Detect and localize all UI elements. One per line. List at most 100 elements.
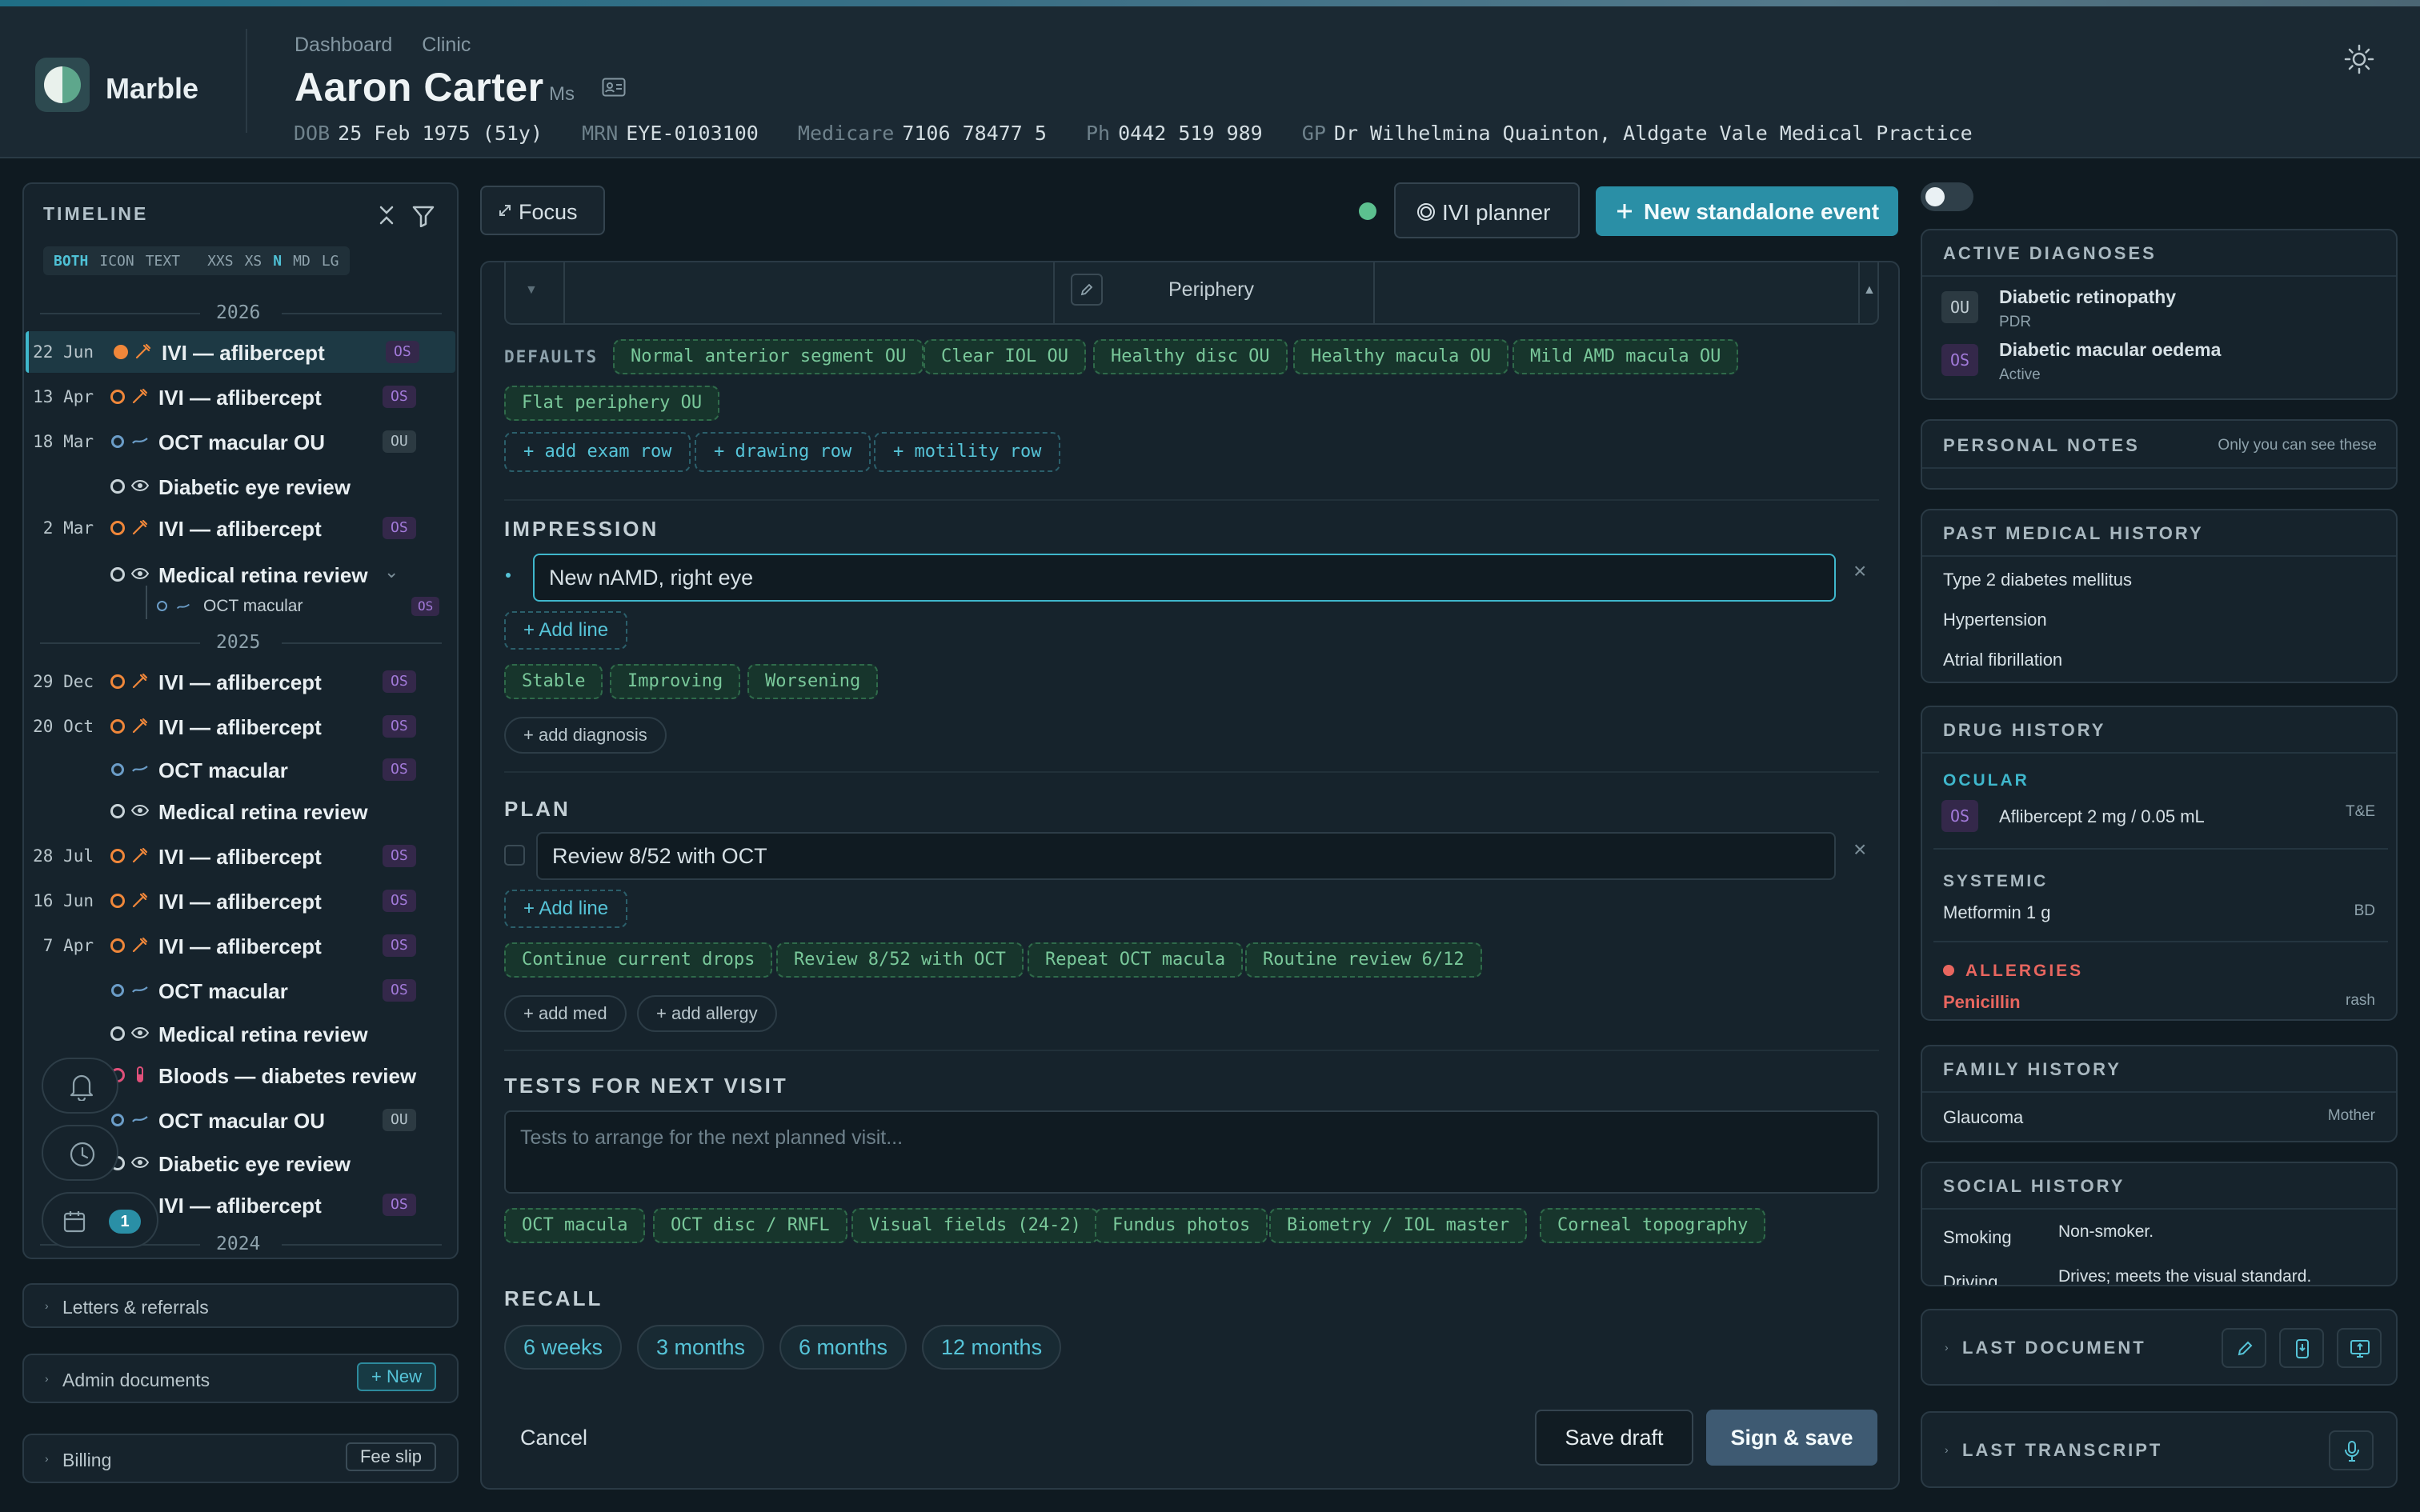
recall-option[interactable]: 12 months	[922, 1325, 1062, 1370]
timeline-event[interactable]: OCT macular OS	[26, 970, 455, 1011]
social-value[interactable]: Drives; meets the visual standard.	[2058, 1267, 2311, 1285]
systemic-drug-name[interactable]: Metformin 1 g	[1943, 902, 2051, 923]
default-chip[interactable]: Clear IOL OU	[924, 339, 1086, 374]
timeline-event[interactable]: 2 Mar IVI — aflibercept OS	[26, 507, 455, 549]
close-icon[interactable]: ×	[1853, 558, 1866, 584]
od-cell[interactable]	[565, 262, 1055, 323]
social-value[interactable]: Non-smoker.	[2058, 1222, 2154, 1242]
breadcrumb-clinic[interactable]: Clinic	[422, 34, 471, 56]
timeline-event[interactable]: 20 Oct IVI — aflibercept OS	[26, 706, 455, 747]
timeline-event[interactable]: 18 Mar OCT macular OU OU	[26, 421, 455, 462]
timeline-event[interactable]: 28 Jul IVI — aflibercept OS	[26, 835, 455, 877]
mobile-document-button[interactable]	[2279, 1328, 2324, 1368]
diagnosis-name[interactable]: Diabetic retinopathy	[1999, 286, 2176, 308]
notifications-button[interactable]	[42, 1058, 118, 1114]
plan-chip[interactable]: Repeat OCT macula	[1028, 942, 1244, 978]
timeline-event[interactable]: Medical retina review	[26, 1013, 455, 1054]
default-chip[interactable]: Healthy disc OU	[1093, 339, 1288, 374]
last-transcript-panel[interactable]: › LAST TRANSCRIPT	[1921, 1411, 2398, 1488]
timeline-event[interactable]: 7 Apr IVI — aflibercept OS	[26, 925, 455, 966]
save-draft-button[interactable]: Save draft	[1535, 1410, 1693, 1466]
billing-section[interactable]: › Billing Fee slip	[22, 1434, 459, 1483]
family-condition[interactable]: Glaucoma	[1943, 1107, 2023, 1128]
record-transcript-button[interactable]	[2329, 1430, 2374, 1470]
plan-chip[interactable]: Review 8/52 with OCT	[776, 942, 1024, 978]
timeline-event[interactable]: 13 Apr IVI — aflibercept OS	[26, 376, 455, 418]
chevron-down-icon[interactable]: ▼	[525, 283, 538, 298]
last-document-panel[interactable]: › LAST DOCUMENT	[1921, 1309, 2398, 1386]
id-card-icon[interactable]	[602, 78, 626, 97]
add-impression-line-button[interactable]: + Add line	[504, 611, 628, 650]
test-chip[interactable]: OCT disc / RNFL	[653, 1208, 847, 1243]
diagnosis-name[interactable]: Diabetic macular oedema	[1999, 339, 2221, 361]
breadcrumb-dashboard[interactable]: Dashboard	[294, 34, 392, 56]
add-motility-row-button[interactable]: + motility row	[874, 432, 1061, 472]
edit-button[interactable]	[1071, 274, 1103, 306]
plan-chip[interactable]: Routine review 6/12	[1245, 942, 1482, 978]
timeline-event[interactable]: 16 Jun IVI — aflibercept OS	[26, 880, 455, 922]
impression-chip[interactable]: Worsening	[747, 664, 879, 699]
allergy-name[interactable]: Penicillin	[1943, 992, 2021, 1013]
test-chip[interactable]: Visual fields (24-2)	[851, 1208, 1099, 1243]
test-chip[interactable]: OCT macula	[504, 1208, 646, 1243]
add-allergy-button[interactable]: + add allergy	[637, 995, 777, 1032]
panel-toggle[interactable]	[1921, 182, 1973, 211]
ivi-planner-button[interactable]: IVI planner	[1394, 182, 1580, 238]
add-exam-row-button[interactable]: + add exam row	[504, 432, 691, 472]
size-lg[interactable]: LG	[316, 250, 345, 273]
size-xxs[interactable]: XXS	[202, 250, 239, 273]
sign-save-button[interactable]: Sign & save	[1706, 1410, 1877, 1466]
new-admin-document-button[interactable]: + New	[357, 1362, 436, 1391]
add-plan-line-button[interactable]: + Add line	[504, 890, 628, 928]
focus-button[interactable]: Focus	[480, 186, 605, 235]
mode-both[interactable]: BOTH	[48, 250, 94, 273]
fee-slip-button[interactable]: Fee slip	[345, 1442, 436, 1471]
add-med-button[interactable]: + add med	[504, 995, 627, 1032]
chevron-down-icon[interactable]: ⌄	[384, 562, 399, 582]
default-chip[interactable]: Flat periphery OU	[504, 386, 720, 421]
calendar-button[interactable]: 1	[42, 1192, 158, 1248]
mode-text[interactable]: TEXT	[140, 250, 186, 273]
tests-textarea[interactable]: Tests to arrange for the next planned vi…	[504, 1110, 1879, 1194]
mode-icon[interactable]: ICON	[94, 250, 139, 273]
cancel-button[interactable]: Cancel	[520, 1426, 587, 1450]
personal-notes-panel[interactable]: PERSONAL NOTES Only you can see these	[1921, 419, 2398, 490]
size-xs[interactable]: XS	[239, 250, 268, 273]
timeline-event[interactable]: 29 Dec IVI — aflibercept OS	[26, 661, 455, 702]
test-chip[interactable]: Fundus photos	[1095, 1208, 1268, 1243]
plan-checkbox[interactable]	[504, 845, 525, 866]
impression-chip[interactable]: Stable	[504, 664, 603, 699]
plan-chip[interactable]: Continue current drops	[504, 942, 773, 978]
chevron-up-icon[interactable]: ▲	[1863, 283, 1876, 298]
size-md[interactable]: MD	[287, 250, 316, 273]
pmh-item[interactable]: Type 2 diabetes mellitus	[1943, 570, 2132, 590]
timeline-event[interactable]: Diabetic eye review	[26, 466, 455, 507]
pmh-item[interactable]: Hypertension	[1943, 610, 2047, 630]
new-standalone-event-button[interactable]: New standalone event	[1596, 186, 1898, 236]
default-chip[interactable]: Mild AMD macula OU	[1512, 339, 1739, 374]
test-chip[interactable]: Corneal topography	[1540, 1208, 1766, 1243]
logo[interactable]	[35, 58, 90, 112]
timeline-event[interactable]: Medical retina review ⌄	[26, 554, 455, 595]
size-n[interactable]: N	[267, 250, 287, 273]
collapse-icon[interactable]	[375, 203, 399, 227]
os-cell[interactable]	[1375, 262, 1860, 323]
history-button[interactable]	[42, 1125, 118, 1181]
default-chip[interactable]: Normal anterior segment OU	[613, 339, 924, 374]
impression-chip[interactable]: Improving	[610, 664, 741, 699]
test-chip[interactable]: Biometry / IOL master	[1269, 1208, 1528, 1243]
default-chip[interactable]: Healthy macula OU	[1293, 339, 1509, 374]
plan-input[interactable]: Review 8/52 with OCT	[536, 832, 1836, 880]
add-drawing-row-button[interactable]: + drawing row	[695, 432, 871, 472]
filter-icon[interactable]	[411, 205, 435, 227]
impression-input[interactable]: New nAMD, right eye	[533, 554, 1836, 602]
present-document-button[interactable]	[2337, 1328, 2382, 1368]
recall-option[interactable]: 6 weeks	[504, 1325, 623, 1370]
timeline-event[interactable]: Medical retina review	[26, 790, 455, 832]
sun-icon[interactable]	[2343, 43, 2375, 75]
admin-documents-section[interactable]: › Admin documents + New	[22, 1354, 459, 1403]
pmh-item[interactable]: Atrial fibrillation	[1943, 650, 2062, 670]
recall-option[interactable]: 6 months	[779, 1325, 908, 1370]
add-diagnosis-button[interactable]: + add diagnosis	[504, 717, 667, 754]
timeline-sub-event[interactable]: OCT macular OS	[128, 586, 457, 619]
